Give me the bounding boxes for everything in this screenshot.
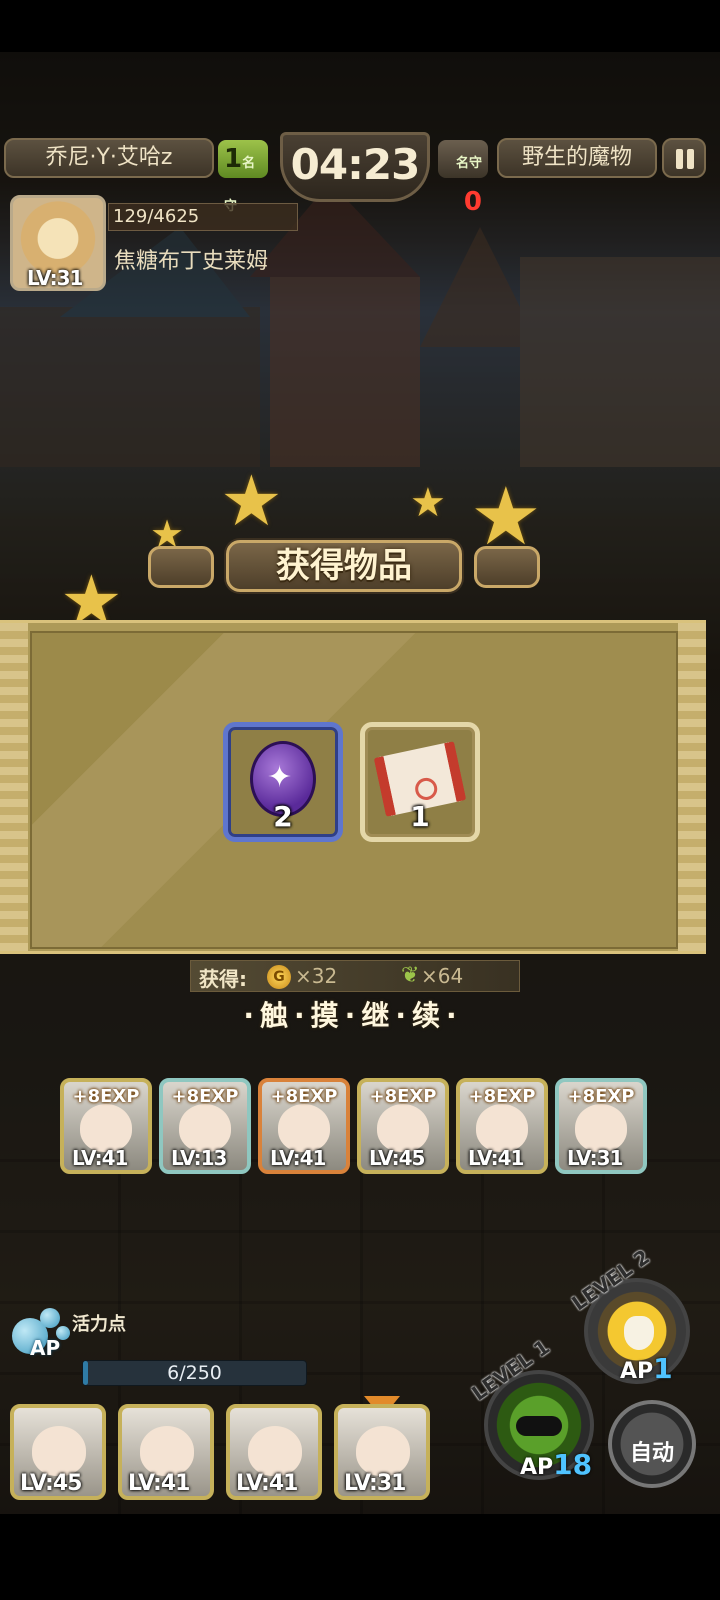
enemy-rank: 名守0 — [438, 140, 488, 217]
character-portrait — [476, 1104, 528, 1152]
player-rank: 1名守 — [218, 140, 268, 214]
ap-bar: 6/250 — [82, 1360, 307, 1386]
member-level: LV:41 — [72, 1146, 128, 1170]
character-portrait — [575, 1104, 627, 1152]
enemy-portrait: LV:31 — [10, 195, 106, 291]
level2-cost: AP1 — [620, 1352, 673, 1385]
reward-panel[interactable] — [0, 620, 706, 954]
member-level: LV:41 — [270, 1146, 326, 1170]
character-portrait — [278, 1104, 330, 1152]
player-name: 乔尼·Y·艾哈z — [4, 138, 214, 178]
ap-label: AP — [30, 1336, 61, 1360]
party-member-card: +8EXP LV:41 — [258, 1078, 350, 1174]
unit-level: LV:41 — [128, 1471, 190, 1496]
unit-level: LV:45 — [20, 1471, 82, 1496]
exp-gain: +8EXP — [270, 1086, 338, 1107]
ap-title: 活力点 — [72, 1314, 126, 1335]
exp-gain: +8EXP — [171, 1086, 239, 1107]
character-portrait — [248, 1426, 302, 1476]
exp-gain: +8EXP — [72, 1086, 140, 1107]
reward-banner: 获得物品 — [226, 540, 462, 592]
unit-card[interactable]: LV:31 — [334, 1404, 430, 1500]
exp-gain: +8EXP — [369, 1086, 437, 1107]
touch-to-continue[interactable]: ·触·摸·继·续· — [0, 994, 706, 1034]
auto-button[interactable]: 自动 — [608, 1400, 696, 1488]
unit-card[interactable]: LV:41 — [118, 1404, 214, 1500]
character-portrait — [356, 1426, 410, 1476]
panel-edge — [678, 623, 706, 951]
top-hud: 乔尼·Y·艾哈z 1名守 04:23 名守0 野生的魔物 — [0, 132, 720, 217]
battle-timer: 04:23 — [280, 132, 430, 202]
gain-label: 获得: — [199, 967, 247, 991]
party-member-card: +8EXP LV:41 — [60, 1078, 152, 1174]
unit-card[interactable]: LV:45 — [10, 1404, 106, 1500]
enemy-side-name: 野生的魔物 — [497, 138, 657, 178]
gain-summary: 获得: G ×32 ❦ ×64 — [190, 960, 520, 992]
character-portrait — [179, 1104, 231, 1152]
character-portrait — [32, 1426, 86, 1476]
enemy-level: LV:31 — [27, 266, 83, 290]
reward-item-scroll[interactable]: 1 — [360, 722, 480, 842]
character-portrait — [377, 1104, 429, 1152]
gold-icon: G — [267, 965, 291, 989]
banner-left-cap — [148, 546, 214, 588]
member-level: LV:13 — [171, 1146, 227, 1170]
sack-icon — [624, 1316, 654, 1350]
item-count: 1 — [410, 800, 430, 833]
slime-face-icon — [516, 1416, 562, 1436]
member-level: LV:45 — [369, 1146, 425, 1170]
party-member-card: +8EXP LV:31 — [555, 1078, 647, 1174]
party-member-card: +8EXP LV:41 — [456, 1078, 548, 1174]
unit-level: LV:31 — [344, 1471, 406, 1496]
character-portrait — [80, 1104, 132, 1152]
member-level: LV:41 — [468, 1146, 524, 1170]
party-member-card: +8EXP LV:45 — [357, 1078, 449, 1174]
star-decoration: ★ — [220, 460, 283, 542]
reward-title: 获得物品 — [276, 546, 412, 586]
panel-edge — [0, 623, 28, 951]
pause-button[interactable] — [662, 138, 706, 178]
reward-item-coin[interactable]: ✦ 2 — [223, 722, 343, 842]
gold-amount: ×32 — [295, 964, 338, 988]
enemy-name: 焦糖布丁史莱姆 — [114, 249, 269, 274]
exp-gain: +8EXP — [567, 1086, 635, 1107]
banner-right-cap — [474, 546, 540, 588]
character-portrait — [140, 1426, 194, 1476]
star-decoration: ★ — [410, 480, 446, 526]
party-member-card: +8EXP LV:13 — [159, 1078, 251, 1174]
member-level: LV:31 — [567, 1146, 623, 1170]
item-count: 2 — [273, 800, 293, 833]
unit-level: LV:41 — [236, 1471, 298, 1496]
unit-card[interactable]: LV:41 — [226, 1404, 322, 1500]
ap-value: 6/250 — [167, 1362, 222, 1384]
level1-cost: AP18 — [520, 1448, 593, 1481]
enemy-hp: 129/4625 — [108, 203, 298, 231]
reward-panel-inner — [30, 631, 678, 949]
exp-gain: +8EXP — [468, 1086, 536, 1107]
feather-amount: ×64 — [421, 964, 464, 988]
feather-icon: ❦ — [401, 963, 420, 988]
